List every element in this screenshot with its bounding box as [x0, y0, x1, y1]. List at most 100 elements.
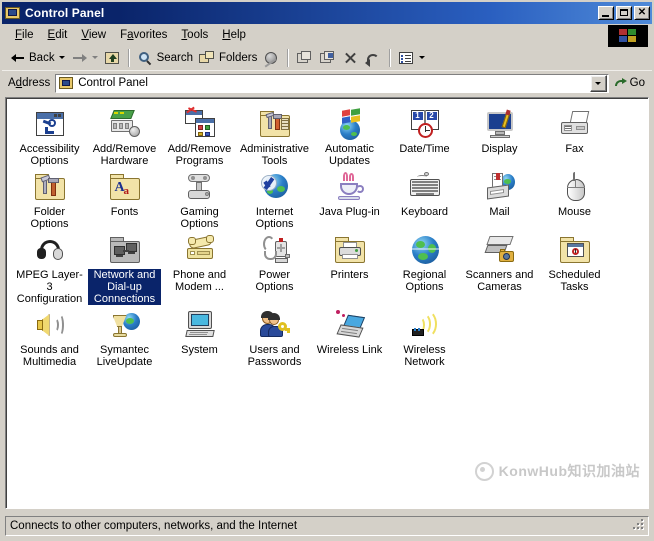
undo-button[interactable] [362, 47, 385, 69]
move-to-folder-icon [296, 50, 313, 66]
cp-item-accessibility-options[interactable]: Accessibility Options [12, 104, 87, 167]
up-button[interactable] [101, 47, 124, 69]
cp-item-label: Power Options [238, 269, 311, 293]
cp-item-date-time[interactable]: 1 2 Date/Time [387, 104, 462, 167]
address-label: Address [8, 77, 50, 89]
system-icon [184, 309, 216, 341]
address-dropdown-button[interactable] [590, 75, 607, 92]
symantec-liveupdate-icon [109, 309, 141, 341]
history-globe-icon [263, 50, 280, 66]
wireless-network-icon [409, 309, 441, 341]
cp-item-label: Network and Dial-up Connections [88, 269, 161, 305]
mail-icon [484, 171, 516, 203]
menu-favorites[interactable]: Favorites [113, 27, 174, 43]
history-button[interactable] [260, 47, 283, 69]
toolbar-separator [128, 49, 130, 67]
cp-item-folder-options[interactable]: Folder Options [12, 167, 87, 230]
cp-item-administrative-tools[interactable]: Administrative Tools [237, 104, 312, 167]
cp-item-scheduled-tasks[interactable]: Scheduled Tasks [537, 230, 612, 305]
scanners-cameras-icon [484, 234, 516, 266]
cp-item-label: Mail [488, 206, 510, 218]
status-bar: Connects to other computers, networks, a… [5, 516, 649, 536]
cp-item-users-and-passwords[interactable]: Users and Passwords [237, 305, 312, 368]
cp-item-label: Users and Passwords [238, 344, 311, 368]
resize-grip[interactable] [633, 519, 647, 533]
cp-item-label: Scanners and Cameras [463, 269, 536, 293]
cp-item-wireless-network[interactable]: Wireless Network [387, 305, 462, 368]
cp-item-fax[interactable]: Fax [537, 104, 612, 167]
back-button-label: Back [29, 52, 55, 64]
cp-item-add-remove-hardware[interactable]: Add/Remove Hardware [87, 104, 162, 167]
menu-tools[interactable]: Tools [174, 27, 215, 43]
mpeg-layer3-icon [34, 234, 66, 266]
cp-item-label: Wireless Network [388, 344, 461, 368]
windows-flag-logo [608, 25, 648, 47]
cp-item-mpeg-layer3-configuration[interactable]: MPEG Layer-3 Configuration [12, 230, 87, 305]
cp-item-label: Fax [564, 143, 584, 155]
cp-item-wireless-link[interactable]: Wireless Link [312, 305, 387, 368]
delete-button[interactable] [339, 47, 362, 69]
automatic-updates-icon [334, 108, 366, 140]
address-input[interactable]: Control Panel [55, 74, 608, 93]
up-folder-icon [104, 50, 121, 66]
fax-icon [559, 108, 591, 140]
cp-item-fonts[interactable]: A a Fonts [87, 167, 162, 230]
forward-dropdown-icon[interactable] [92, 56, 98, 59]
control-panel-items-view[interactable]: Accessibility Options Add/Remove Hardwar… [5, 97, 649, 509]
menu-help[interactable]: Help [215, 27, 253, 43]
go-button-label: Go [630, 77, 645, 89]
move-to-button[interactable] [293, 47, 316, 69]
cp-item-printers[interactable]: Printers [312, 230, 387, 305]
forward-arrow-icon [71, 50, 88, 66]
power-options-icon [259, 234, 291, 266]
menu-help-rest: elp [231, 29, 246, 41]
title-bar[interactable]: Control Panel ✕ [2, 2, 652, 24]
cp-item-label: System [180, 344, 219, 356]
cp-item-gaming-options[interactable]: Gaming Options [162, 167, 237, 230]
cp-item-symantec-liveupdate[interactable]: Symantec LiveUpdate [87, 305, 162, 368]
views-button[interactable] [395, 47, 428, 69]
cp-item-phone-and-modem[interactable]: Phone and Modem ... [162, 230, 237, 305]
folders-button[interactable]: Folders [196, 47, 260, 69]
date-time-icon: 1 2 [409, 108, 441, 140]
cp-item-display[interactable]: Display [462, 104, 537, 167]
cp-item-internet-options[interactable]: Internet Options [237, 167, 312, 230]
cp-item-power-options[interactable]: Power Options [237, 230, 312, 305]
search-button[interactable]: Search [134, 47, 196, 69]
cp-item-regional-options[interactable]: Regional Options [387, 230, 462, 305]
menu-edit-rest: dit [55, 29, 67, 41]
cp-item-add-remove-programs[interactable]: Add/Remove Programs [162, 104, 237, 167]
minimize-button[interactable] [598, 6, 614, 20]
watermark-logo-icon [475, 462, 494, 481]
cp-item-system[interactable]: System [162, 305, 237, 368]
menu-edit[interactable]: Edit [41, 27, 75, 43]
cp-item-label: Wireless Link [316, 344, 383, 356]
cp-item-java-plugin[interactable]: Java Plug-in [312, 167, 387, 230]
cp-item-automatic-updates[interactable]: Automatic Updates [312, 104, 387, 167]
scheduled-tasks-icon [559, 234, 591, 266]
forward-button[interactable] [68, 47, 101, 69]
cp-item-sounds-and-multimedia[interactable]: Sounds and Multimedia [12, 305, 87, 368]
users-passwords-icon [259, 309, 291, 341]
add-remove-hardware-icon [109, 108, 141, 140]
cp-item-mouse[interactable]: Mouse [537, 167, 612, 230]
views-dropdown-icon[interactable] [419, 56, 425, 59]
close-button[interactable]: ✕ [634, 6, 650, 20]
back-dropdown-icon[interactable] [59, 56, 65, 59]
folders-button-label: Folders [219, 52, 257, 64]
sounds-multimedia-icon [34, 309, 66, 341]
menu-file[interactable]: File [8, 27, 41, 43]
back-button[interactable]: Back [6, 47, 68, 69]
cp-item-mail[interactable]: Mail [462, 167, 537, 230]
maximize-button[interactable] [616, 6, 632, 20]
cp-item-network-and-dialup-connections[interactable]: Network and Dial-up Connections [87, 230, 162, 305]
views-icon [398, 50, 415, 66]
go-button[interactable]: Go [609, 76, 649, 90]
delete-x-icon [342, 50, 359, 66]
window-title: Control Panel [25, 6, 598, 20]
copy-to-button[interactable] [316, 47, 339, 69]
menu-view[interactable]: View [74, 27, 113, 43]
cp-item-scanners-and-cameras[interactable]: Scanners and Cameras [462, 230, 537, 305]
cp-item-keyboard[interactable]: Keyboard [387, 167, 462, 230]
menu-bar: File Edit View Favorites Tools Help [2, 25, 652, 45]
